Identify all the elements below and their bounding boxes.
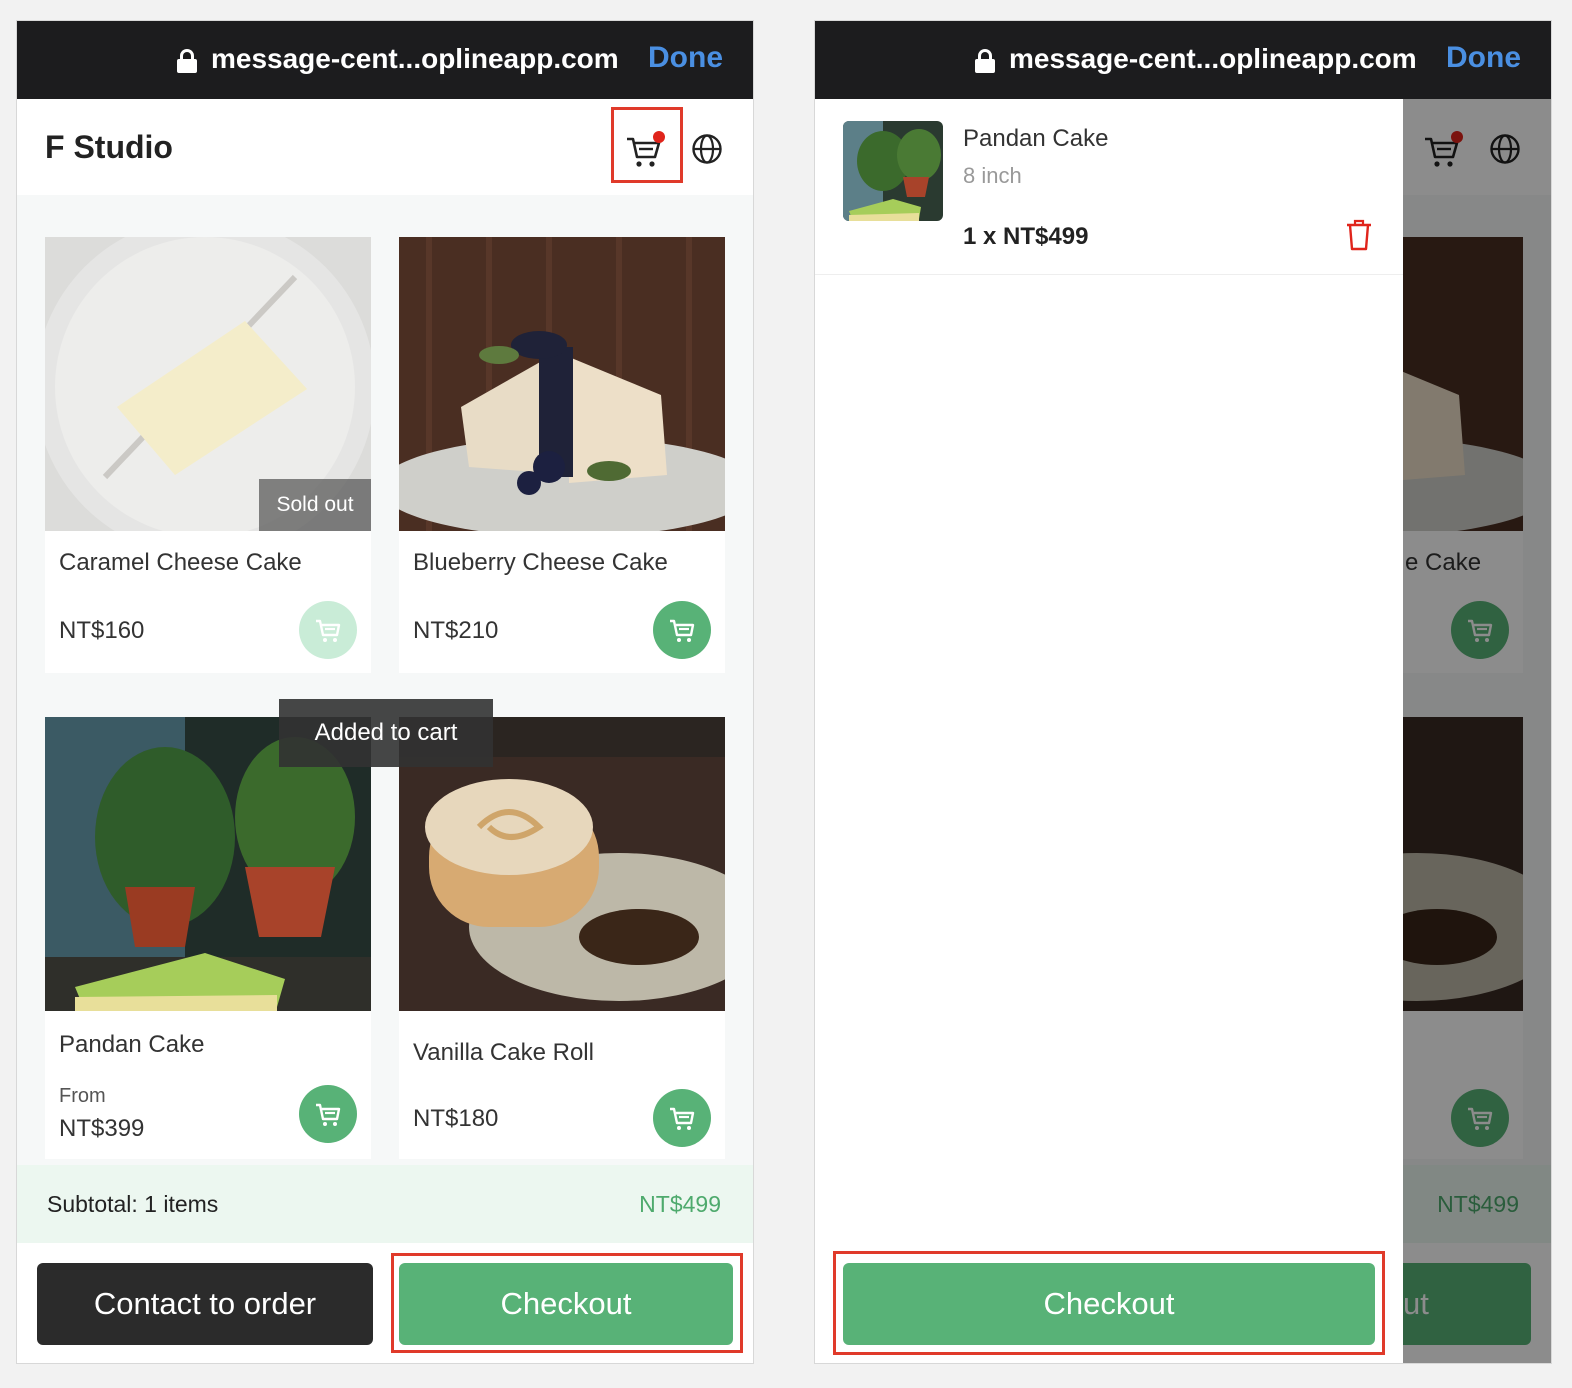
add-to-cart-button[interactable]	[653, 1089, 711, 1147]
done-button[interactable]: Done	[1446, 41, 1521, 75]
add-to-cart-button	[299, 601, 357, 659]
product-name: Blueberry Cheese Cake	[413, 549, 668, 576]
subtotal-bar: Subtotal: 1 items NT$499	[17, 1165, 753, 1243]
cart-highlight	[611, 107, 683, 183]
product-price: NT$210	[413, 617, 499, 644]
add-to-cart-button[interactable]	[299, 1085, 357, 1143]
lock-icon	[975, 49, 995, 73]
product-price: NT$160	[59, 617, 145, 644]
cart-item-variant: 8 inch	[963, 163, 1022, 188]
cart-icon	[670, 1107, 695, 1130]
cart-icon	[316, 619, 341, 642]
product-name: Pandan Cake	[59, 1031, 205, 1058]
store-title: F Studio	[45, 129, 173, 165]
cart-screen: message-cent...oplineapp.com Done e Cake…	[814, 20, 1552, 1364]
cart-drawer: Pandan Cake 8 inch 1 x NT$499 Checkout	[815, 99, 1403, 1363]
product-price: NT$399	[59, 1115, 145, 1142]
product-card[interactable]: Pandan Cake From NT$399	[45, 717, 371, 1159]
checkout-highlight	[833, 1251, 1385, 1355]
subtotal-amount: NT$499	[639, 1191, 721, 1217]
add-to-cart-button[interactable]	[653, 601, 711, 659]
cart-item-name: Pandan Cake	[963, 125, 1109, 152]
done-button[interactable]: Done	[648, 41, 723, 75]
product-card[interactable]: Vanilla Cake Roll NT$180	[399, 717, 725, 1159]
checkout-highlight	[391, 1253, 743, 1353]
cart-icon	[316, 1103, 341, 1126]
url-text: message-cent...oplineapp.com	[1009, 43, 1417, 74]
price-prefix: From	[59, 1085, 106, 1107]
store-screen: message-cent...oplineapp.com Done F Stud…	[16, 20, 754, 1364]
contact-to-order-button[interactable]: Contact to order	[37, 1263, 373, 1345]
added-to-cart-toast: Added to cart	[279, 699, 493, 767]
product-card[interactable]: Blueberry Cheese Cake NT$210	[399, 237, 725, 673]
product-price: NT$180	[413, 1105, 499, 1132]
sold-out-badge: Sold out	[259, 479, 371, 531]
product-card[interactable]: Sold out Caramel Cheese Cake NT$160	[45, 237, 371, 673]
globe-icon[interactable]	[691, 133, 723, 165]
product-image: Sold out	[45, 237, 371, 531]
trash-icon[interactable]	[1345, 219, 1373, 251]
cart-item-image	[843, 121, 943, 221]
product-name: Vanilla Cake Roll	[413, 1039, 594, 1066]
subtotal-label: Subtotal: 1 items	[47, 1191, 219, 1217]
cart-icon	[670, 619, 695, 642]
url-text: message-cent...oplineapp.com	[211, 43, 619, 74]
product-image	[399, 237, 725, 531]
cart-item-quantity-price: 1 x NT$499	[963, 223, 1089, 250]
cart-item: Pandan Cake 8 inch 1 x NT$499	[815, 99, 1403, 275]
browser-url-bar: message-cent...oplineapp.com Done	[815, 21, 1551, 99]
product-name: Caramel Cheese Cake	[59, 549, 302, 576]
browser-url-bar: message-cent...oplineapp.com Done	[17, 21, 753, 99]
lock-icon	[177, 49, 197, 73]
